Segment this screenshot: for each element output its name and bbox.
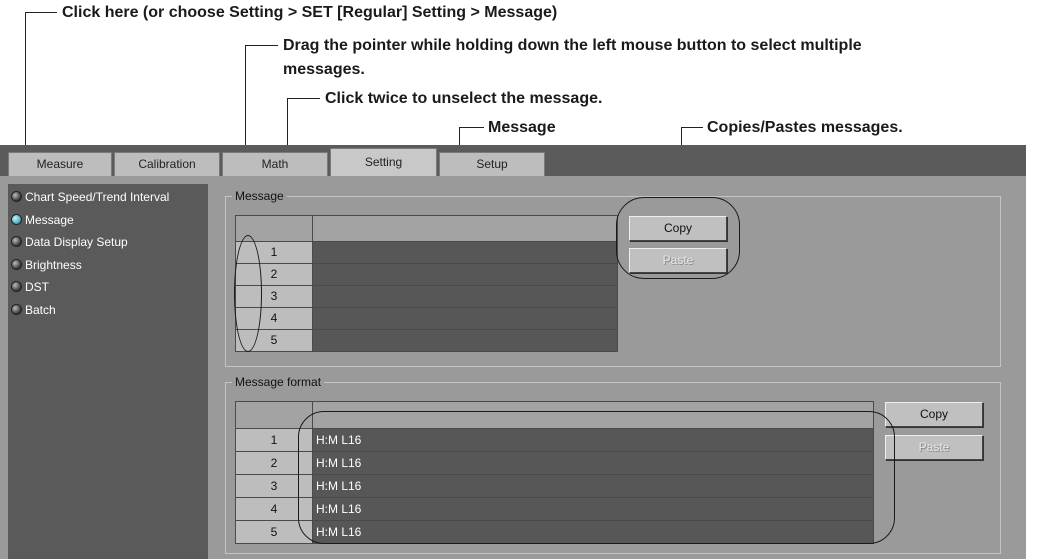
message-format-group-title: Message format (232, 374, 325, 390)
sidebar-item-label: DST (25, 280, 49, 294)
message-group: Message 1 2 3 4 5 Copy Paste (225, 188, 1001, 367)
sidebar-item-label: Batch (25, 303, 56, 317)
callout-click-here: Click here (or choose Setting > SET [Reg… (62, 4, 558, 21)
sidebar-item-label: Brightness (25, 258, 82, 272)
radio-indicator-icon (11, 191, 22, 202)
copy-paste-oval (616, 197, 740, 279)
sidebar-item-data-display-setup[interactable]: Data Display Setup (8, 231, 208, 253)
message-cell[interactable] (312, 307, 618, 330)
sidebar: Chart Speed/Trend Interval Message Data … (8, 184, 208, 559)
radio-indicator-icon (11, 236, 22, 247)
format-copy-button[interactable]: Copy (885, 402, 983, 427)
radio-indicator-icon (11, 304, 22, 315)
tab-setup[interactable]: Setup (439, 152, 545, 176)
message-cell[interactable] (312, 329, 618, 352)
sidebar-item-message[interactable]: Message (8, 209, 208, 231)
radio-indicator-icon (11, 259, 22, 270)
callout-drag-line2: messages. (283, 61, 365, 78)
sidebar-item-label: Chart Speed/Trend Interval (25, 190, 170, 204)
callout-drag-line1: Drag the pointer while holding down the … (283, 37, 862, 54)
sidebar-item-label: Message (25, 213, 74, 227)
tab-measure[interactable]: Measure (8, 152, 112, 176)
format-paste-button[interactable]: Paste (885, 435, 983, 460)
sidebar-item-label: Data Display Setup (25, 235, 128, 249)
message-cell[interactable] (312, 285, 618, 308)
callout-copies: Copies/Pastes messages. (707, 119, 903, 136)
callout-message: Message (488, 119, 556, 136)
callout-click-twice: Click twice to unselect the message. (325, 90, 603, 107)
sidebar-item-batch[interactable]: Batch (8, 299, 208, 321)
message-cell[interactable] (312, 263, 618, 286)
message-column-header (312, 215, 618, 242)
radio-indicator-icon (11, 281, 22, 292)
tab-setting[interactable]: Setting (330, 148, 437, 176)
tab-bar: Measure Calibration Math Setting Setup (0, 145, 1026, 176)
sidebar-item-brightness[interactable]: Brightness (8, 254, 208, 276)
leader-line (245, 45, 278, 46)
format-cells-oval (298, 411, 895, 544)
row-select-oval (234, 235, 262, 352)
leader-line (25, 12, 57, 13)
message-cell[interactable] (312, 241, 618, 264)
tab-math[interactable]: Math (222, 152, 328, 176)
radio-indicator-selected-icon (11, 214, 22, 225)
tab-calibration[interactable]: Calibration (114, 152, 220, 176)
sidebar-item-chart-speed[interactable]: Chart Speed/Trend Interval (8, 186, 208, 208)
leader-line (287, 98, 320, 99)
leader-line (681, 127, 703, 128)
message-group-title: Message (232, 188, 287, 204)
leader-line (459, 127, 484, 128)
sidebar-item-dst[interactable]: DST (8, 276, 208, 298)
